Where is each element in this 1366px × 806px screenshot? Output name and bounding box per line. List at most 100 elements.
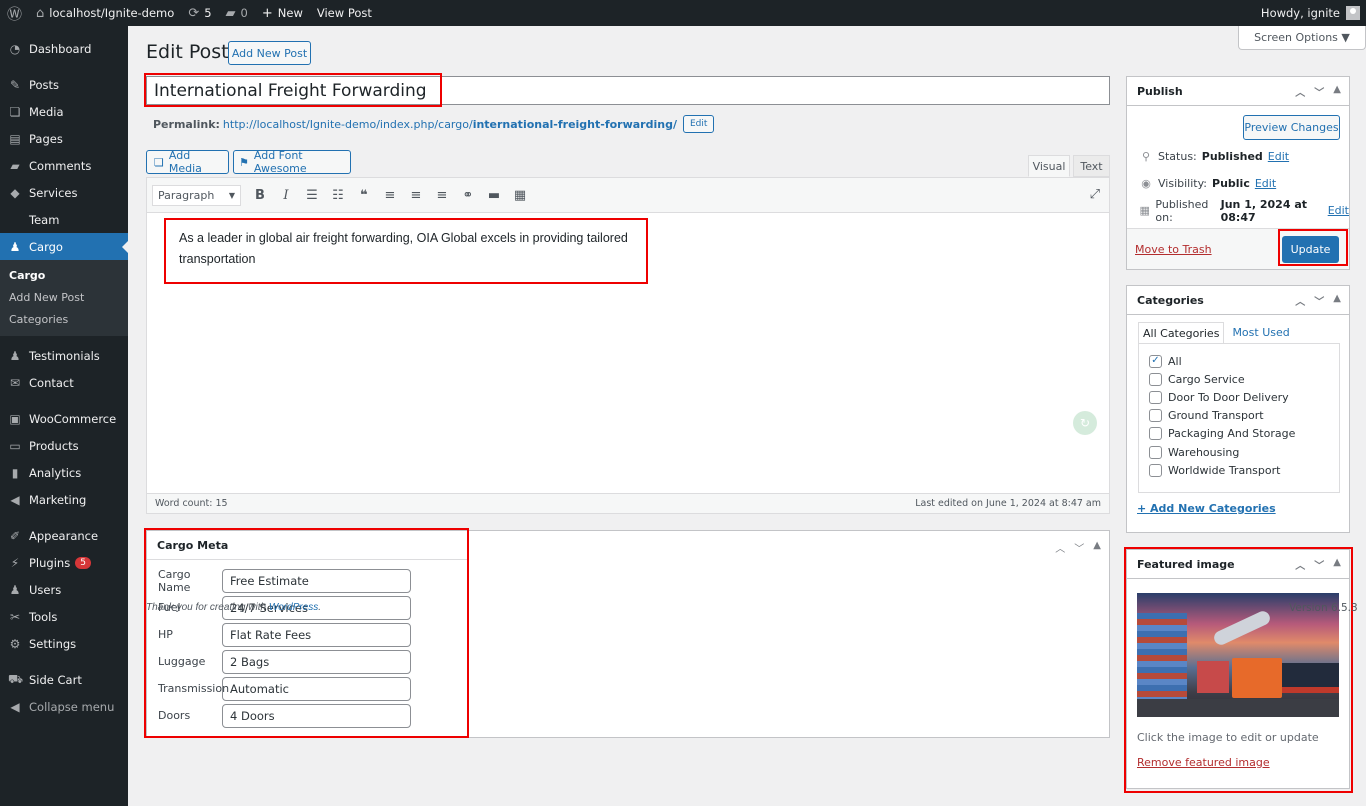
checkbox[interactable] [1149, 427, 1162, 441]
published-edit-link[interactable]: Edit [1328, 204, 1349, 217]
category-item[interactable]: Worldwide Transport [1149, 461, 1339, 479]
wp-logo-menu[interactable]: Ⓦ [0, 0, 29, 26]
read-more-icon[interactable]: ▬ [481, 188, 507, 203]
format-select[interactable]: Paragraph ▼ [152, 184, 241, 206]
category-item[interactable]: Door To Door Delivery [1149, 388, 1339, 406]
sidebar-item-woocommerce[interactable]: ▣ WooCommerce [0, 405, 128, 432]
submenu-add-new-post[interactable]: Add New Post [0, 286, 128, 308]
checkbox[interactable] [1149, 463, 1162, 477]
sidebar-item-comments[interactable]: ▰ Comments [0, 152, 128, 179]
category-item[interactable]: Packaging And Storage [1149, 425, 1339, 443]
checkbox[interactable] [1149, 372, 1162, 386]
sidebar-item-products[interactable]: ▭ Products [0, 432, 128, 459]
sidebar-item-team[interactable]: Team [0, 206, 128, 233]
site-name-link[interactable]: ⌂ localhost/Ignite-demo [29, 0, 181, 26]
category-item[interactable]: Cargo Service [1149, 370, 1339, 388]
sidebar-item-cargo[interactable]: ♟ Cargo [0, 233, 128, 260]
sidebar-item-contact[interactable]: ✉ Contact [0, 369, 128, 396]
move-up-icon[interactable]: ︿ [1295, 557, 1305, 572]
move-down-icon[interactable]: ﹀ [1314, 84, 1324, 99]
remove-featured-image-link[interactable]: Remove featured image [1137, 756, 1270, 769]
permalink-edit-button[interactable]: Edit [682, 115, 715, 133]
link-icon[interactable]: ⚭ [455, 188, 481, 203]
sidebar-item-users[interactable]: ♟ Users [0, 576, 128, 603]
account-menu[interactable]: Howdy, ignite [1254, 0, 1366, 26]
wordpress-link[interactable]: WordPress [269, 602, 318, 613]
toggle-panel-icon[interactable]: ▲ [1093, 540, 1101, 555]
sidebar-item-appearance[interactable]: ✐ Appearance [0, 522, 128, 549]
sidebar-item-marketing[interactable]: ◀ Marketing [0, 486, 128, 513]
tab-visual[interactable]: Visual [1028, 155, 1070, 177]
align-right-icon[interactable]: ≡ [429, 188, 455, 203]
add-font-awesome-button[interactable]: ⚑ Add Font Awesome [233, 149, 351, 175]
sidebar-item-side-cart[interactable]: ⛟ Side Cart [0, 666, 128, 693]
submenu-cargo[interactable]: Cargo [0, 264, 128, 286]
tab-all-categories[interactable]: All Categories [1138, 322, 1225, 344]
italic-icon[interactable]: I [273, 188, 299, 203]
sidebar-item-services[interactable]: ◆ Services [0, 179, 128, 206]
plugin-icon: ⚡ [10, 555, 20, 570]
sidebar-item-media[interactable]: ❏ Media [0, 98, 128, 125]
permalink-link[interactable]: http://localhost/Ignite-demo/index.php/c… [223, 118, 677, 131]
updates-link[interactable]: ⟳ 5 [181, 0, 218, 26]
sidebar-item-tools[interactable]: ✂ Tools [0, 603, 128, 630]
move-up-icon[interactable]: ︿ [1055, 540, 1065, 555]
bullet-list-icon[interactable]: ☰ [299, 188, 325, 203]
hp-input[interactable]: Flat Rate Fees [222, 622, 411, 647]
sidebar-item-posts[interactable]: ✎ Posts [0, 71, 128, 98]
align-left-icon[interactable]: ≡ [377, 188, 403, 203]
sidebar-item-settings[interactable]: ⚙ Settings [0, 630, 128, 657]
checkbox-checked[interactable]: ✓ [1149, 354, 1162, 368]
toggle-panel-icon[interactable]: ▲ [1333, 557, 1341, 572]
pin-icon: ⚲ [1141, 150, 1151, 163]
tab-most-used[interactable]: Most Used [1224, 322, 1293, 344]
checkbox[interactable] [1149, 409, 1162, 423]
screen-options-button[interactable]: Screen Options ▼ [1238, 26, 1366, 50]
status-edit-link[interactable]: Edit [1268, 150, 1289, 163]
move-to-trash-link[interactable]: Move to Trash [1135, 243, 1212, 256]
grammarly-icon[interactable]: ↻ [1073, 411, 1097, 435]
collapse-menu-button[interactable]: ◀ Collapse menu [0, 693, 128, 720]
cargo-name-input[interactable]: Free Estimate [222, 568, 411, 593]
submenu-categories[interactable]: Categories [0, 308, 128, 330]
visibility-edit-link[interactable]: Edit [1255, 177, 1276, 190]
sidebar-item-pages[interactable]: ▤ Pages [0, 125, 128, 152]
blockquote-icon[interactable]: ❝ [351, 188, 377, 203]
toggle-panel-icon[interactable]: ▲ [1333, 293, 1341, 308]
category-item[interactable]: Ground Transport [1149, 407, 1339, 425]
sidebar-item-testimonials[interactable]: ♟ Testimonials [0, 342, 128, 369]
doors-input[interactable]: 4 Doors [222, 703, 411, 728]
fullscreen-icon[interactable]: ⤢ [1090, 187, 1100, 202]
tab-text[interactable]: Text [1073, 155, 1110, 177]
sidebar-item-analytics[interactable]: ▮ Analytics [0, 459, 128, 486]
add-media-button[interactable]: ❏ Add Media [146, 149, 229, 175]
new-content-menu[interactable]: + New [255, 0, 310, 26]
checkbox[interactable] [1149, 390, 1162, 404]
move-down-icon[interactable]: ﹀ [1074, 540, 1084, 555]
move-down-icon[interactable]: ﹀ [1314, 293, 1324, 308]
category-item[interactable]: Warehousing [1149, 443, 1339, 461]
sidebar-item-plugins[interactable]: ⚡ Plugins 5 [0, 549, 128, 576]
toolbar-toggle-icon[interactable]: ▦ [507, 188, 533, 203]
bold-icon[interactable]: B [247, 188, 273, 203]
view-post-link[interactable]: View Post [310, 0, 379, 26]
update-button[interactable]: Update [1282, 236, 1339, 263]
category-item[interactable]: ✓ All [1149, 352, 1339, 370]
move-down-icon[interactable]: ﹀ [1314, 557, 1324, 572]
align-center-icon[interactable]: ≡ [403, 188, 429, 203]
preview-changes-button[interactable]: Preview Changes [1243, 115, 1340, 140]
post-title-input[interactable]: International Freight Forwarding [146, 76, 1110, 105]
numbered-list-icon[interactable]: ☷ [325, 188, 351, 203]
transmission-input[interactable]: Automatic [222, 676, 411, 701]
toggle-panel-icon[interactable]: ▲ [1333, 84, 1341, 99]
sidebar-item-dashboard[interactable]: ◔ Dashboard [0, 35, 128, 62]
move-up-icon[interactable]: ︿ [1295, 84, 1305, 99]
add-new-category-link[interactable]: + Add New Categories [1137, 502, 1276, 515]
move-up-icon[interactable]: ︿ [1295, 293, 1305, 308]
comments-link[interactable]: ▰ 0 [219, 0, 255, 26]
checkbox[interactable] [1149, 445, 1162, 459]
plus-icon: + [261, 5, 273, 21]
editor-content[interactable]: As a leader in global air freight forwar… [179, 228, 649, 270]
luggage-input[interactable]: 2 Bags [222, 649, 411, 674]
add-new-post-button[interactable]: Add New Post [228, 41, 311, 65]
